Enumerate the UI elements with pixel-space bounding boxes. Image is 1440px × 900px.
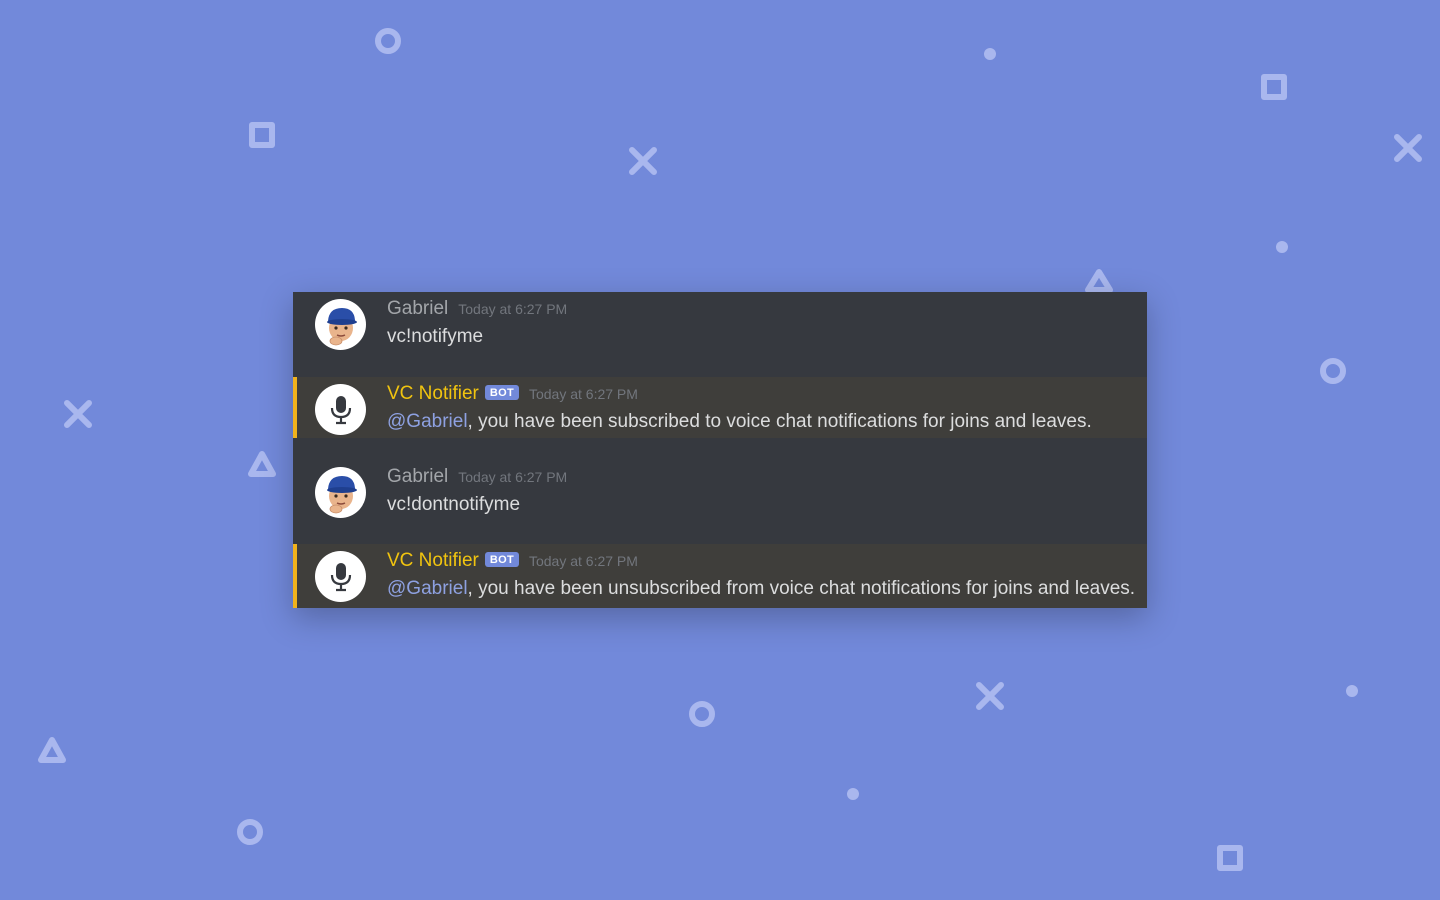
bg-dot [1276,241,1288,253]
bg-dot [1346,685,1358,697]
message-content: @Gabriel, you have been subscribed to vo… [387,411,1092,433]
timestamp: Today at 6:27 PM [458,301,568,317]
mention-highlight-bar [293,377,297,438]
microphone-icon [330,562,351,591]
memoji-avatar-icon [327,476,357,514]
mention-highlight-bar [293,544,297,608]
message-text: , you have been subscribed to voice chat… [467,411,1092,432]
bot-avatar[interactable] [315,384,366,435]
bg-triangle [1085,269,1113,293]
author-name[interactable]: VC Notifier [387,383,479,405]
message-text: , you have been unsubscribed from voice … [467,578,1136,599]
user-mention[interactable]: @Gabriel [387,411,468,432]
author-name[interactable]: Gabriel [387,466,448,488]
chat-message: VC Notifier BOT Today at 6:27 PM @Gabrie… [293,377,1147,438]
bg-dot [847,788,859,800]
bg-square [249,122,275,148]
message-content: @Gabriel, you have been unsubscribed fro… [387,578,1135,600]
timestamp: Today at 6:27 PM [528,553,638,569]
bg-square [1261,74,1287,100]
bot-avatar[interactable] [315,551,366,602]
bg-triangle [38,737,66,763]
bot-badge: BOT [484,385,519,400]
user-mention[interactable]: @Gabriel [387,578,468,599]
user-avatar[interactable] [315,467,366,518]
bg-x [1394,134,1422,162]
bg-circle [375,28,401,54]
message-header: Gabriel Today at 6:27 PM [387,466,567,488]
bg-square [1217,845,1243,871]
bg-circle [689,701,715,727]
message-content: vc!dontnotifyme [387,494,521,515]
message-content: vc!notifyme [387,326,484,347]
bg-x [976,682,1004,710]
microphone-icon [330,395,351,424]
message-header: VC Notifier BOT Today at 6:27 PM [387,550,638,572]
chat-message: Gabriel Today at 6:27 PM vc!notifyme [293,292,1147,353]
bg-circle [237,819,263,845]
bg-x [64,400,92,428]
author-name[interactable]: Gabriel [387,298,448,320]
bg-triangle [248,451,276,477]
memoji-avatar-icon [327,308,357,346]
timestamp: Today at 6:27 PM [458,469,568,485]
chat-message: Gabriel Today at 6:27 PM vc!dontnotifyme [293,460,1147,521]
bg-dot [984,48,996,60]
message-header: VC Notifier BOT Today at 6:27 PM [387,383,638,405]
bg-x [629,147,657,175]
user-avatar[interactable] [315,299,366,350]
author-name[interactable]: VC Notifier [387,550,479,572]
chat-message-list: Gabriel Today at 6:27 PM vc!notifyme VC … [293,292,1147,608]
timestamp: Today at 6:27 PM [528,386,638,402]
chat-message: VC Notifier BOT Today at 6:27 PM @Gabrie… [293,544,1147,608]
bg-circle [1320,358,1346,384]
message-header: Gabriel Today at 6:27 PM [387,298,567,320]
bot-badge: BOT [484,552,519,567]
